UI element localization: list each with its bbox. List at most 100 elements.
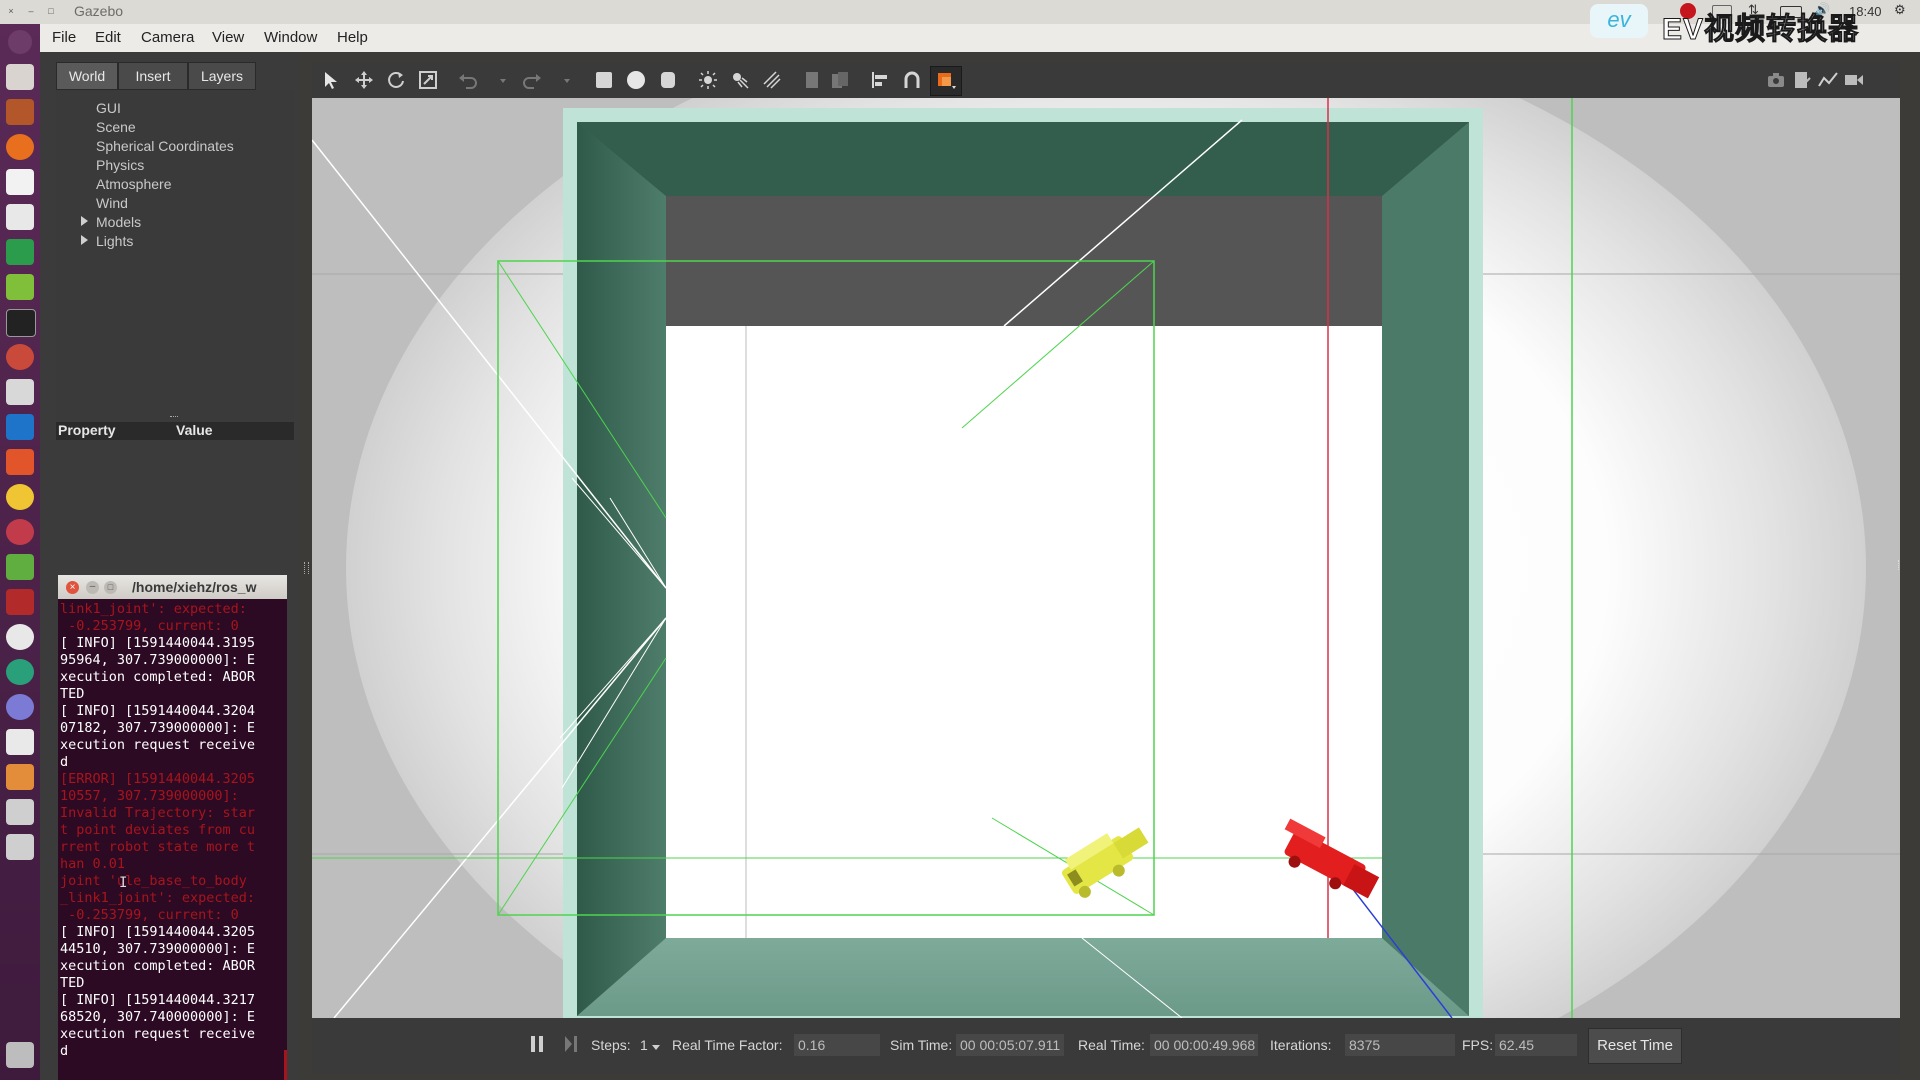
tree-item-gui[interactable]: GUI xyxy=(96,100,121,116)
launcher xyxy=(0,24,40,1080)
terminal-line: 07182, 307.739000000]: E xyxy=(60,720,256,736)
menu-window[interactable]: Window xyxy=(264,29,317,46)
tree-item-physics[interactable]: Physics xyxy=(96,157,144,173)
globe-icon[interactable] xyxy=(6,659,34,685)
steps-value[interactable]: 1 xyxy=(640,1037,648,1053)
terminal-scrollbar[interactable] xyxy=(284,1050,287,1080)
files-icon[interactable] xyxy=(6,64,34,90)
terminal-line: _link1_joint': expected: xyxy=(60,890,256,906)
text-document-icon[interactable] xyxy=(6,169,34,195)
tools-icon[interactable] xyxy=(6,379,34,405)
drive2-icon[interactable] xyxy=(6,834,34,860)
menu-view[interactable]: View xyxy=(212,29,244,46)
close-window-icon[interactable]: × xyxy=(6,6,16,16)
screenshot-icon[interactable] xyxy=(1766,70,1786,90)
terminal-line: 10557, 307.739000000]: xyxy=(60,788,239,804)
terminal-window[interactable]: × – □ /home/xiehz/ros_w link1_joint': ex… xyxy=(58,575,287,1080)
property-header: Property Value xyxy=(56,422,294,440)
redo-dropdown-icon[interactable] xyxy=(562,70,572,90)
right-panel-handle[interactable] xyxy=(1898,560,1900,570)
puzzle-icon[interactable] xyxy=(6,274,34,300)
undo-dropdown-icon[interactable] xyxy=(498,70,508,90)
undo-icon[interactable] xyxy=(458,70,478,90)
redo-icon[interactable] xyxy=(522,70,542,90)
minimize-window-icon[interactable]: – xyxy=(26,6,36,16)
tree-item-scene[interactable]: Scene xyxy=(96,119,136,135)
app-red-icon[interactable] xyxy=(6,519,34,545)
disc-icon[interactable] xyxy=(6,694,34,720)
terminal-line: -0.253799, current: 0 xyxy=(60,907,239,923)
box-shape-icon[interactable] xyxy=(594,70,614,90)
directional-light-icon[interactable] xyxy=(762,70,782,90)
tab-layers[interactable]: Layers xyxy=(188,62,256,90)
vscode-icon[interactable] xyxy=(6,414,34,440)
terminal-close-icon[interactable]: × xyxy=(66,581,79,594)
iterations-value: 8375 xyxy=(1345,1034,1455,1056)
red-robot[interactable] xyxy=(1264,818,1394,908)
app-icon[interactable] xyxy=(6,344,34,370)
scene-viewport[interactable] xyxy=(312,98,1900,1018)
tree-item-atmosphere[interactable]: Atmosphere xyxy=(96,176,171,192)
menu-help[interactable]: Help xyxy=(337,29,368,46)
spreadsheet-icon[interactable] xyxy=(6,239,34,265)
settings-gear-icon[interactable]: ⚙ xyxy=(1894,2,1906,18)
chrome-icon[interactable] xyxy=(6,484,34,510)
rotate-icon[interactable] xyxy=(386,70,406,90)
steps-dropdown-icon[interactable] xyxy=(652,1045,660,1051)
tab-insert[interactable]: Insert xyxy=(118,62,188,90)
paste-icon[interactable] xyxy=(830,70,850,90)
terminal-minimize-icon[interactable]: – xyxy=(86,581,99,594)
drive-icon[interactable] xyxy=(6,799,34,825)
expand-lights-icon[interactable] xyxy=(81,235,88,245)
yellow-robot[interactable] xyxy=(1050,808,1160,908)
copy-icon[interactable] xyxy=(802,70,822,90)
step-icon[interactable] xyxy=(564,1035,578,1053)
terminal-title-bar[interactable]: × – □ /home/xiehz/ros_w xyxy=(58,575,287,599)
spot-light-icon[interactable] xyxy=(730,70,750,90)
menu-file[interactable]: File xyxy=(52,29,76,46)
tree-item-models[interactable]: Models xyxy=(96,214,141,230)
terminal-icon[interactable] xyxy=(6,309,36,337)
menu-edit[interactable]: Edit xyxy=(95,29,121,46)
gedit-icon[interactable] xyxy=(6,729,34,755)
terminal-line: t point deviates from cu xyxy=(60,822,256,838)
terminal-line: TED xyxy=(60,975,85,991)
package-icon[interactable] xyxy=(6,764,34,790)
editor-icon[interactable] xyxy=(6,554,34,580)
cylinder-shape-icon[interactable] xyxy=(658,70,678,90)
reset-time-button[interactable]: Reset Time xyxy=(1588,1028,1682,1064)
align-icon[interactable] xyxy=(870,70,890,90)
plot-icon[interactable] xyxy=(1818,70,1838,90)
sync-icon[interactable] xyxy=(6,624,34,650)
maximize-window-icon[interactable]: □ xyxy=(46,6,56,16)
document-icon[interactable] xyxy=(6,204,34,230)
pause-icon[interactable] xyxy=(530,1035,544,1053)
real-time-factor-label: Real Time Factor: xyxy=(672,1037,783,1053)
expand-models-icon[interactable] xyxy=(81,216,88,226)
tree-item-wind[interactable]: Wind xyxy=(96,195,128,211)
select-arrow-icon[interactable] xyxy=(322,70,342,90)
tree-item-spherical-coordinates[interactable]: Spherical Coordinates xyxy=(96,138,234,154)
tab-world[interactable]: World xyxy=(56,62,118,90)
translate-icon[interactable] xyxy=(354,70,374,90)
terminal-maximize-icon[interactable]: □ xyxy=(104,581,117,594)
point-light-icon[interactable] xyxy=(698,70,718,90)
log-icon[interactable] xyxy=(1792,70,1812,90)
trash-icon[interactable] xyxy=(6,1042,34,1068)
scale-icon[interactable] xyxy=(418,70,438,90)
menu-camera[interactable]: Camera xyxy=(141,29,194,46)
software-center-icon[interactable] xyxy=(6,449,34,475)
media-icon[interactable] xyxy=(6,589,34,615)
dash-home-icon[interactable] xyxy=(8,30,32,54)
terminal-line: link1_joint': expected: xyxy=(60,601,247,617)
archive-icon[interactable] xyxy=(6,99,34,125)
tree-item-lights[interactable]: Lights xyxy=(96,233,133,249)
terminal-output[interactable]: link1_joint': expected: -0.253799, curre… xyxy=(60,601,285,1060)
sphere-shape-icon[interactable] xyxy=(626,70,646,90)
panel-splitter[interactable] xyxy=(300,52,312,1080)
snap-icon[interactable] xyxy=(902,70,922,90)
view-angle-button[interactable] xyxy=(930,66,962,96)
firefox-icon[interactable] xyxy=(6,134,34,160)
splitter-handle[interactable] xyxy=(170,416,178,420)
record-video-icon[interactable] xyxy=(1844,70,1864,90)
